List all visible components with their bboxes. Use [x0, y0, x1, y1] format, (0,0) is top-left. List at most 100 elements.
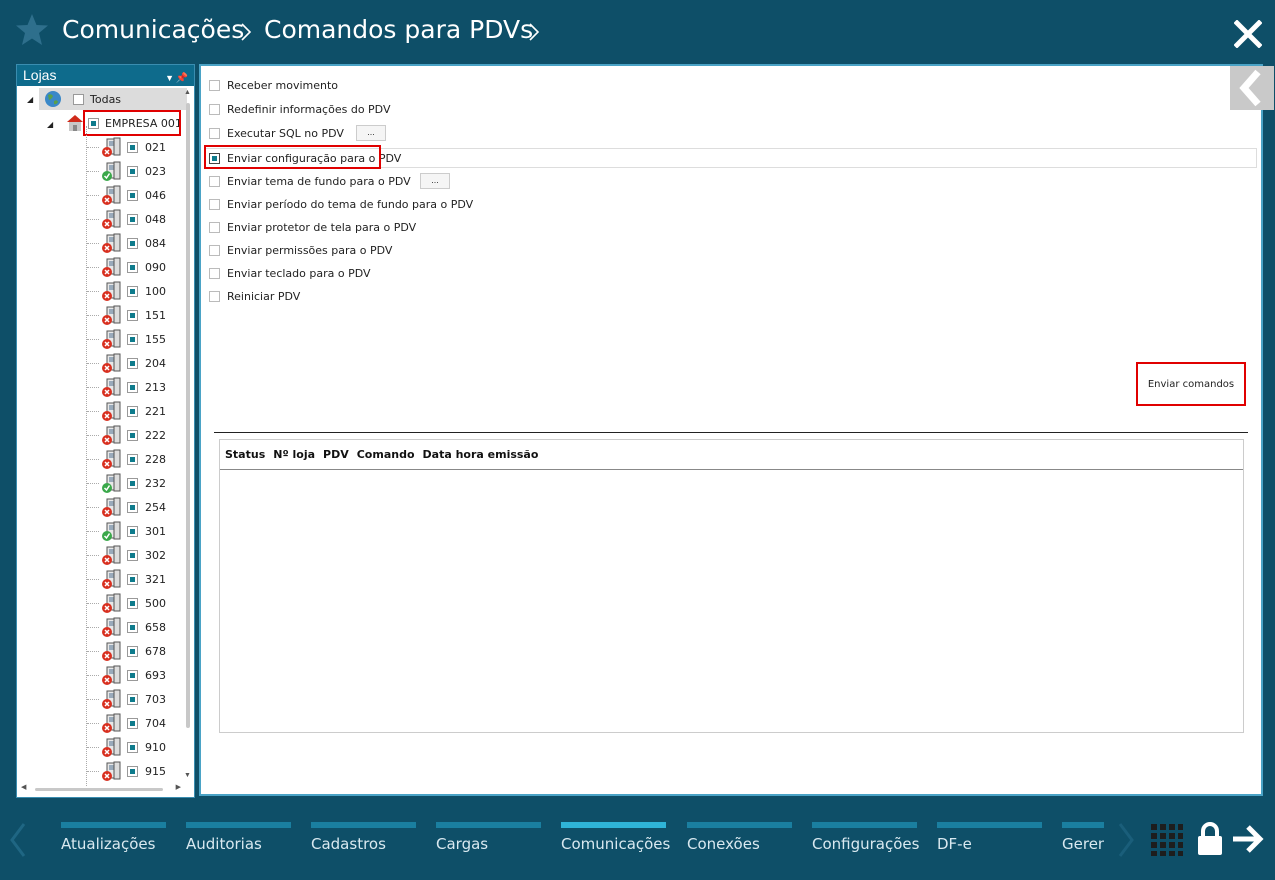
pdv-tree-item[interactable]: 090 — [101, 256, 166, 278]
nav-item[interactable]: DF-e — [937, 822, 1042, 862]
pdv-checkbox[interactable] — [127, 165, 138, 177]
exit-arrow-icon[interactable] — [1231, 824, 1265, 854]
pdv-checkbox[interactable] — [127, 285, 138, 297]
pdv-tree-item[interactable]: 021 — [101, 136, 166, 158]
pdv-checkbox[interactable] — [127, 573, 138, 585]
pdv-checkbox[interactable] — [127, 141, 138, 153]
nav-prev-icon[interactable] — [8, 820, 28, 860]
reiniciar-checkbox[interactable] — [209, 290, 220, 302]
vertical-scrollbar[interactable]: ▲ ▼ — [184, 89, 192, 779]
pdv-tree-item[interactable]: 221 — [101, 400, 166, 422]
horizontal-scrollbar[interactable]: ◀ ▶ — [21, 784, 181, 793]
pdv-tree-item[interactable]: 100 — [101, 280, 166, 302]
pdv-checkbox[interactable] — [127, 669, 138, 681]
pdv-tree-item[interactable]: 213 — [101, 376, 166, 398]
option-enviar-permissoes[interactable]: Enviar permissões para o PDV — [209, 241, 392, 259]
pdv-checkbox[interactable] — [127, 549, 138, 561]
pdv-tree-item[interactable]: 254 — [101, 496, 166, 518]
breadcrumb-comunicacoes[interactable]: Comunicações — [62, 14, 244, 46]
pdv-tree-item[interactable]: 703 — [101, 688, 166, 710]
option-enviar-protetor[interactable]: Enviar protetor de tela para o PDV — [209, 218, 416, 236]
pdv-tree-item[interactable]: 228 — [101, 448, 166, 470]
pdv-checkbox[interactable] — [127, 645, 138, 657]
sql-browse-button[interactable]: ... — [356, 125, 386, 141]
collapse-panel-button[interactable] — [1230, 66, 1274, 110]
teclado-checkbox[interactable] — [209, 267, 220, 279]
tema-browse-button[interactable]: ... — [420, 173, 450, 189]
pdv-tree-item[interactable]: 151 — [101, 304, 166, 326]
col-data-hora[interactable]: Data hora emissão — [423, 448, 539, 461]
nav-next-icon[interactable] — [1116, 820, 1136, 860]
col-loja[interactable]: Nº loja — [273, 448, 315, 461]
option-enviar-teclado[interactable]: Enviar teclado para o PDV — [209, 264, 371, 282]
redefinir-checkbox[interactable] — [209, 103, 220, 115]
pdv-tree-item[interactable]: 046 — [101, 184, 166, 206]
pdv-checkbox[interactable] — [127, 405, 138, 417]
receber-checkbox[interactable] — [209, 79, 220, 91]
periodo-checkbox[interactable] — [209, 198, 220, 210]
option-redefinir[interactable]: Redefinir informações do PDV — [209, 100, 390, 118]
pdv-tree-item[interactable]: 232 — [101, 472, 166, 494]
nav-item[interactable]: Geren — [1062, 822, 1104, 862]
lock-icon[interactable] — [1196, 822, 1224, 856]
pdv-tree-item[interactable]: 678 — [101, 640, 166, 662]
nav-item[interactable]: Atualizações — [61, 822, 166, 862]
col-pdv[interactable]: PDV — [323, 448, 349, 461]
tree-root-row[interactable]: ◢ Todas — [27, 88, 187, 110]
nav-item[interactable]: Cargas — [436, 822, 541, 862]
pdv-tree-item[interactable]: 301 — [101, 520, 166, 542]
pdv-checkbox[interactable] — [127, 429, 138, 441]
pdv-checkbox[interactable] — [127, 597, 138, 609]
pdv-checkbox[interactable] — [127, 237, 138, 249]
expander-icon[interactable]: ◢ — [47, 120, 53, 129]
commands-grid[interactable]: Status Nº loja PDV Comando Data hora emi… — [219, 439, 1244, 733]
option-reiniciar-pdv[interactable]: Reiniciar PDV — [209, 287, 300, 305]
pdv-tree-item[interactable]: 155 — [101, 328, 166, 350]
nav-item[interactable]: Conexões — [687, 822, 792, 862]
pdv-checkbox[interactable] — [127, 309, 138, 321]
col-comando[interactable]: Comando — [357, 448, 415, 461]
protetor-checkbox[interactable] — [209, 221, 220, 233]
pdv-checkbox[interactable] — [127, 693, 138, 705]
nav-item[interactable]: Comunicações — [561, 822, 670, 862]
pdv-checkbox[interactable] — [127, 453, 138, 465]
todas-checkbox[interactable] — [73, 93, 84, 105]
expander-icon[interactable]: ◢ — [27, 95, 33, 104]
pdv-tree-item[interactable]: 204 — [101, 352, 166, 374]
pdv-checkbox[interactable] — [127, 189, 138, 201]
pdv-checkbox[interactable] — [127, 765, 138, 777]
pdv-tree-item[interactable]: 693 — [101, 664, 166, 686]
option-executar-sql[interactable]: Executar SQL no PDV — [209, 124, 344, 142]
pdv-tree-item[interactable]: 704 — [101, 712, 166, 734]
pdv-checkbox[interactable] — [127, 213, 138, 225]
pdv-checkbox[interactable] — [127, 621, 138, 633]
pdv-tree-item[interactable]: 048 — [101, 208, 166, 230]
pdv-tree-item[interactable]: 910 — [101, 736, 166, 758]
pdv-checkbox[interactable] — [127, 261, 138, 273]
pdv-tree-item[interactable]: 658 — [101, 616, 166, 638]
nav-item[interactable]: Auditorias — [186, 822, 291, 862]
nav-item[interactable]: Cadastros — [311, 822, 416, 862]
option-enviar-tema[interactable]: Enviar tema de fundo para o PDV — [209, 172, 411, 190]
option-enviar-periodo[interactable]: Enviar período do tema de fundo para o P… — [209, 195, 473, 213]
star-icon[interactable] — [14, 12, 50, 48]
pdv-checkbox[interactable] — [127, 357, 138, 369]
pdv-tree-item[interactable]: 084 — [101, 232, 166, 254]
pdv-tree-item[interactable]: 302 — [101, 544, 166, 566]
pdv-checkbox[interactable] — [127, 501, 138, 513]
sql-checkbox[interactable] — [209, 127, 220, 139]
breadcrumb-comandos[interactable]: Comandos para PDVs — [264, 14, 533, 46]
col-status[interactable]: Status — [225, 448, 265, 461]
option-receber-movimento[interactable]: Receber movimento — [209, 76, 338, 94]
pdv-checkbox[interactable] — [127, 717, 138, 729]
pdv-checkbox[interactable] — [127, 333, 138, 345]
pdv-checkbox[interactable] — [127, 741, 138, 753]
pdv-tree-item[interactable]: 023 — [101, 160, 166, 182]
tema-checkbox[interactable] — [209, 175, 220, 187]
pdv-tree-item[interactable]: 915 — [101, 760, 166, 782]
close-icon[interactable] — [1234, 20, 1262, 48]
pdv-tree-item[interactable]: 222 — [101, 424, 166, 446]
apps-grid-icon[interactable] — [1151, 824, 1183, 856]
pdv-tree-item[interactable]: 500 — [101, 592, 166, 614]
pdv-checkbox[interactable] — [127, 525, 138, 537]
